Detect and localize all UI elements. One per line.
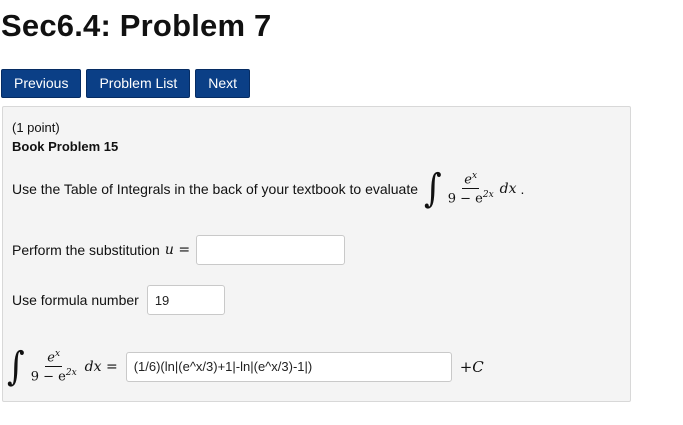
instruction-text: Use the Table of Integrals in the back o… — [12, 180, 418, 197]
problem-points: (1 point) — [12, 120, 60, 135]
integrand-numerator: ex — [462, 171, 480, 190]
formula-row: Use formula number — [12, 285, 225, 315]
answer-row: ∫ ex 9 − e2x dx = +C — [7, 343, 484, 390]
substitution-label: Perform the substitution — [12, 242, 160, 258]
formula-number-input[interactable] — [146, 285, 225, 315]
problem-navigation: Previous Problem List Next — [1, 69, 251, 98]
substitution-variable: u = — [164, 242, 191, 258]
differential: dx — [499, 180, 517, 197]
answer-integrand-numerator: ex — [45, 349, 63, 368]
integral-symbol: ∫ — [424, 165, 442, 212]
integrand-denominator: 9 − e2x — [447, 190, 494, 207]
answer-integrand-denominator: 9 − e2x — [30, 368, 77, 385]
substitution-row: Perform the substitution u = — [12, 235, 346, 265]
problem-panel: (1 point) Book Problem 15 Use the Table … — [2, 106, 631, 402]
answer-input[interactable] — [125, 351, 452, 382]
formula-label: Use formula number — [12, 292, 139, 308]
instruction-row: Use the Table of Integrals in the back o… — [12, 165, 525, 212]
answer-differential-equals: dx = — [84, 358, 118, 375]
answer-integrand-fraction: ex 9 − e2x — [31, 349, 77, 385]
previous-button[interactable]: Previous — [1, 69, 82, 98]
answer-integral-symbol: ∫ — [7, 343, 25, 390]
substitution-input[interactable] — [196, 235, 346, 265]
constant-of-integration: +C — [459, 357, 484, 376]
book-problem-label: Book Problem 15 — [12, 139, 119, 154]
next-button[interactable]: Next — [195, 69, 251, 98]
period: . — [520, 180, 525, 197]
page-title: Sec6.4: Problem 7 — [1, 8, 272, 43]
problem-list-button[interactable]: Problem List — [86, 69, 191, 98]
integrand-fraction: ex 9 − e2x — [448, 171, 494, 207]
